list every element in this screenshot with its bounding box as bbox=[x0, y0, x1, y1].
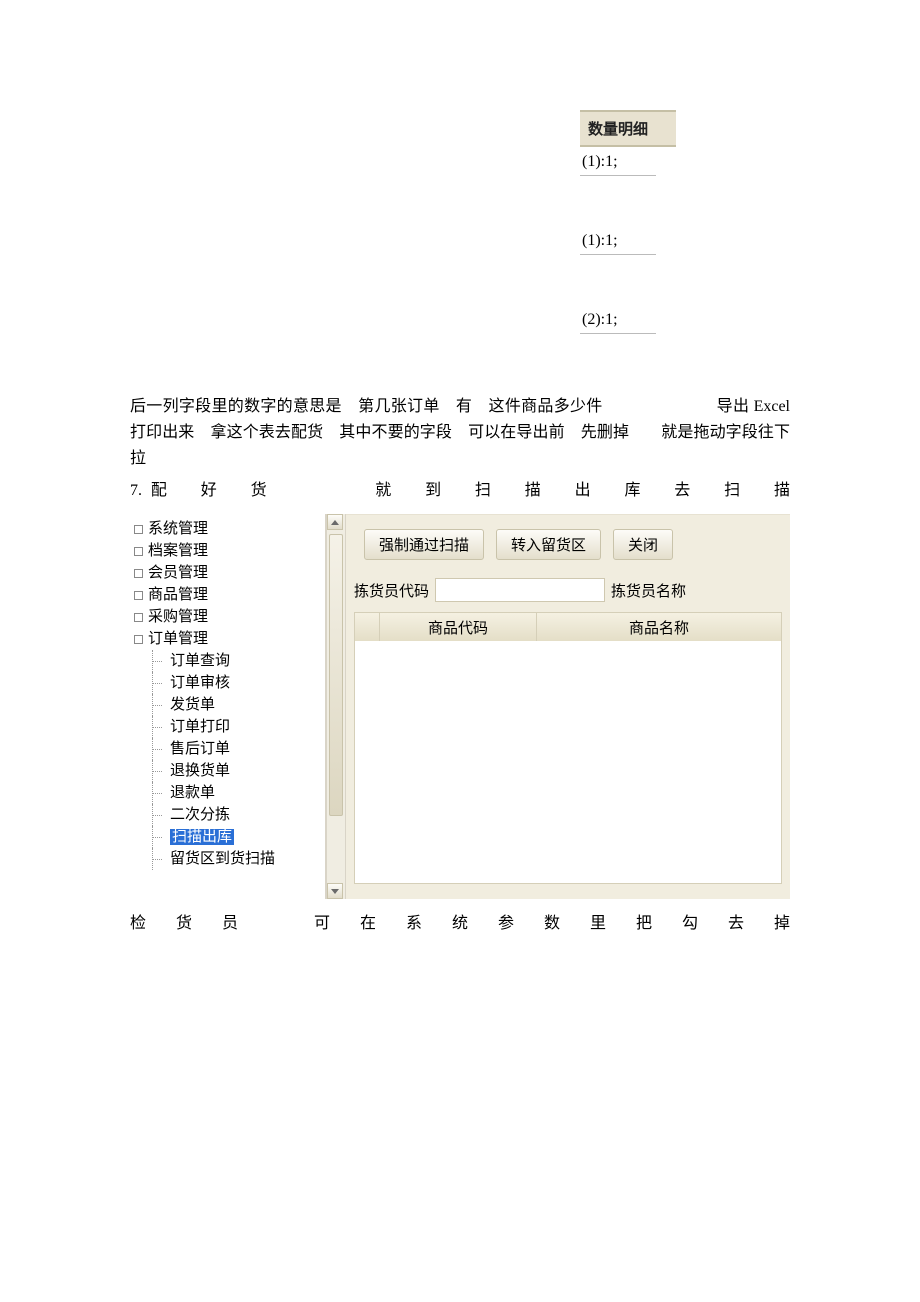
grid-col-product-code: 商品代码 bbox=[380, 613, 537, 641]
move-to-hold-button[interactable]: 转入留货区 bbox=[496, 529, 601, 560]
tree-item[interactable]: 订单打印 bbox=[166, 716, 325, 738]
tree-parent[interactable]: 会员管理 bbox=[130, 562, 325, 584]
tree-parent[interactable]: 采购管理 bbox=[130, 606, 325, 628]
scroll-down-button[interactable] bbox=[327, 883, 343, 899]
nav-tree: 系统管理 档案管理 会员管理 商品管理 采购管理 订单管理 订单查询 订单审核 … bbox=[130, 514, 326, 899]
tree-item[interactable]: 订单查询 bbox=[166, 650, 325, 672]
close-button[interactable]: 关闭 bbox=[613, 529, 673, 560]
grid-col-handle bbox=[355, 613, 380, 641]
tree-item[interactable]: 发货单 bbox=[166, 694, 325, 716]
tree-parent[interactable]: 订单管理 bbox=[130, 628, 325, 650]
tree-scrollbar[interactable] bbox=[326, 514, 346, 899]
chevron-up-icon bbox=[331, 520, 339, 525]
content-pane: 强制通过扫描 转入留货区 关闭 拣货员代码 拣货员名称 商品代码 商品名称 bbox=[346, 514, 790, 899]
tree-parent[interactable]: 商品管理 bbox=[130, 584, 325, 606]
table-row: (2):1; bbox=[580, 305, 656, 334]
picker-code-input[interactable] bbox=[435, 578, 605, 602]
tree-item[interactable]: 售后订单 bbox=[166, 738, 325, 760]
tree-item-scan-out[interactable]: 扫描出库 bbox=[166, 826, 325, 848]
table-row: (1):1; bbox=[580, 147, 656, 176]
paragraph-1: 后一列字段里的数字的意思是 第几张订单 有 这件商品多少件 导出 Excel 打… bbox=[130, 394, 790, 472]
product-grid: 商品代码 商品名称 bbox=[354, 612, 782, 884]
scroll-up-button[interactable] bbox=[327, 514, 343, 530]
toolbar: 强制通过扫描 转入留货区 关闭 bbox=[364, 529, 782, 560]
quantity-detail-table: 数量明细 (1):1; (1):1; (2):1; bbox=[580, 110, 670, 334]
table-row: (1):1; bbox=[580, 226, 656, 255]
picker-form-row: 拣货员代码 拣货员名称 bbox=[354, 578, 782, 602]
tree-item[interactable]: 退款单 bbox=[166, 782, 325, 804]
chevron-down-icon bbox=[331, 889, 339, 894]
tree-item[interactable]: 留货区到货扫描 bbox=[166, 848, 325, 870]
tree-parent[interactable]: 档案管理 bbox=[130, 540, 325, 562]
picker-name-label: 拣货员名称 bbox=[611, 580, 686, 601]
paragraph-4: 检 货 员 可 在 系 统 参 数 里 把 勾 去 掉 bbox=[130, 911, 790, 937]
picker-code-label: 拣货员代码 bbox=[354, 580, 429, 601]
app-screenshot: 系统管理 档案管理 会员管理 商品管理 采购管理 订单管理 订单查询 订单审核 … bbox=[130, 514, 790, 899]
grid-col-product-name: 商品名称 bbox=[537, 613, 781, 641]
tree-item[interactable]: 退换货单 bbox=[166, 760, 325, 782]
force-pass-scan-button[interactable]: 强制通过扫描 bbox=[364, 529, 484, 560]
paragraph-2: 7.配 好 货 就 到 扫 描 出 库 去 扫 描 bbox=[130, 478, 790, 504]
tree-parent[interactable]: 系统管理 bbox=[130, 518, 325, 540]
table-header: 数量明细 bbox=[580, 110, 676, 147]
tree-item[interactable]: 订单审核 bbox=[166, 672, 325, 694]
grid-header: 商品代码 商品名称 bbox=[355, 613, 781, 641]
scroll-thumb[interactable] bbox=[329, 534, 343, 816]
tree-item[interactable]: 二次分拣 bbox=[166, 804, 325, 826]
